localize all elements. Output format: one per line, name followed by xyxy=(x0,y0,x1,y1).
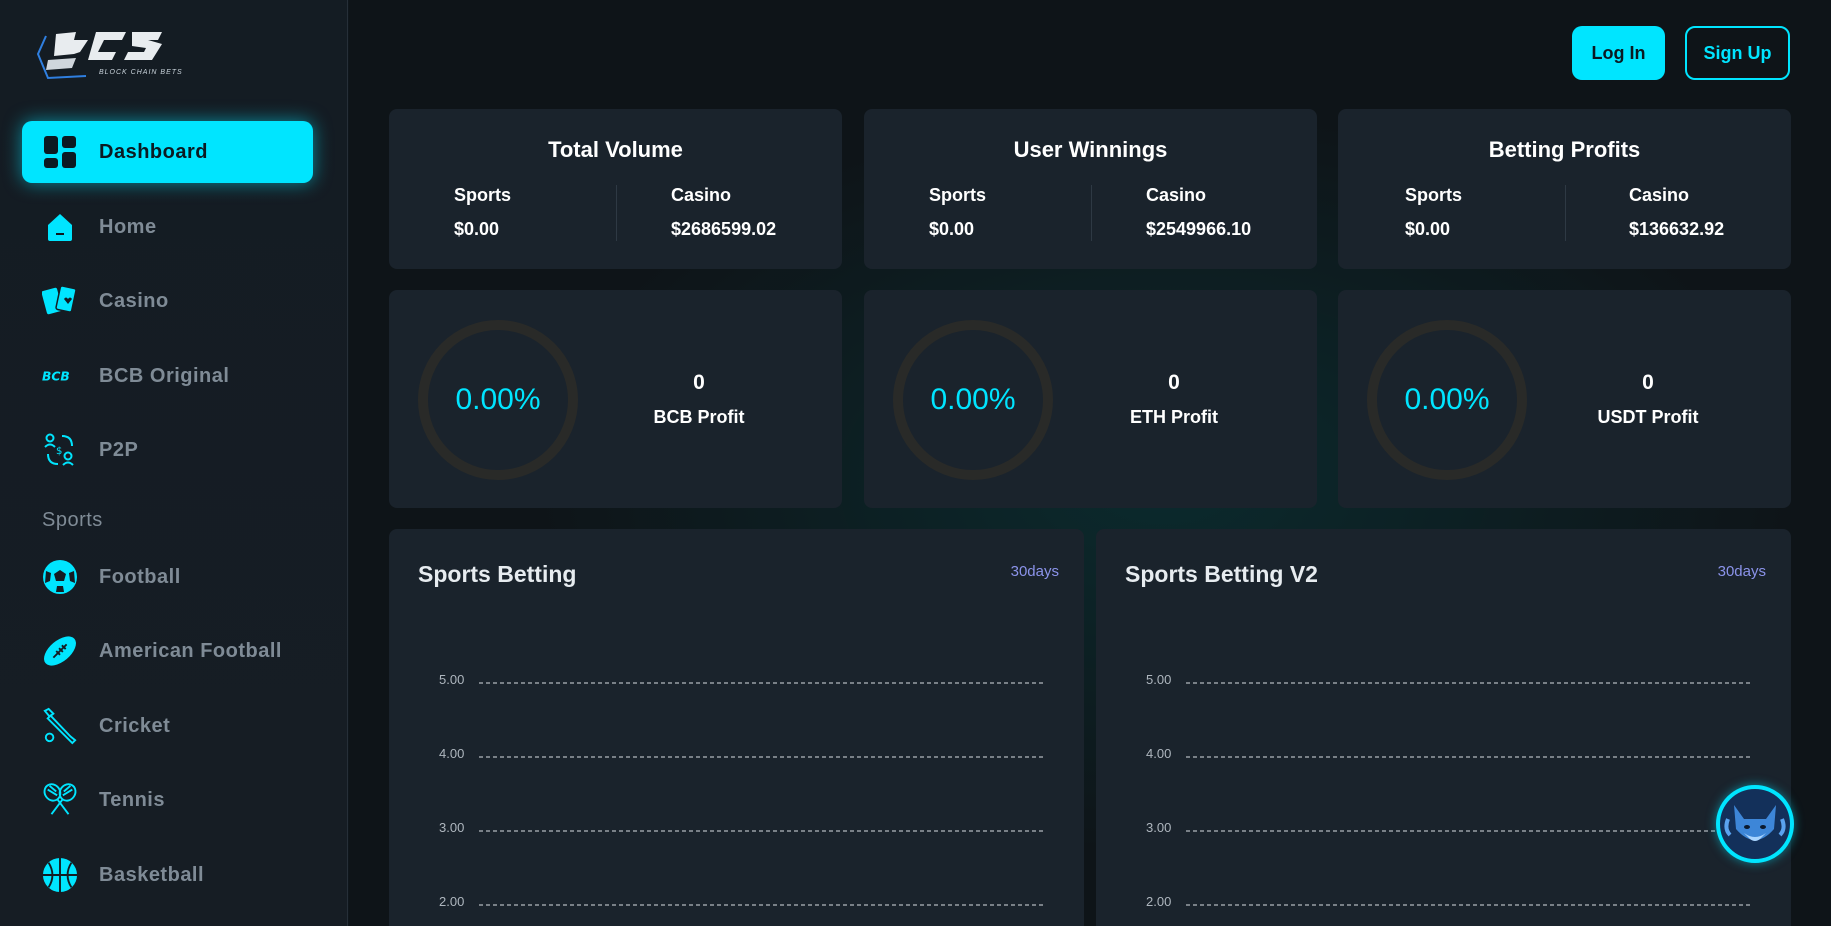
stat-card-total-volume: Total Volume Sports $0.00 Casino $268659… xyxy=(389,109,842,269)
sidebar-item-bcb-original[interactable]: BCB BCB Original xyxy=(22,345,313,407)
basketball-icon xyxy=(42,857,78,893)
progress-percent: 0.00% xyxy=(930,383,1016,416)
stat-sports: Sports $0.00 xyxy=(454,185,511,240)
sidebar-item-label: Home xyxy=(99,215,157,238)
stat-value: $0.00 xyxy=(929,219,975,239)
stat-card-betting-profits: Betting Profits Sports $0.00 Casino $136… xyxy=(1338,109,1791,269)
y-tick-label: 5.00 xyxy=(439,672,464,687)
chart-plot: 5.00 4.00 3.00 2.00 xyxy=(1146,672,1750,909)
sidebar-item-label: BCB Original xyxy=(99,364,230,387)
sports-heading: Sports xyxy=(42,509,103,531)
bcb-logo-icon: BCB xyxy=(42,358,78,394)
y-tick-label: 4.00 xyxy=(439,746,464,761)
stat-value: $0.00 xyxy=(454,219,500,239)
cards-icon xyxy=(42,283,78,319)
y-tick-label: 5.00 xyxy=(1146,672,1171,687)
sidebar-item-label: American Football xyxy=(99,639,282,662)
signup-button[interactable]: Sign Up xyxy=(1685,26,1790,80)
profit-card-eth: 0.00% 0 ETH Profit xyxy=(864,290,1317,508)
sidebar-item-label: Dashboard xyxy=(99,140,208,163)
p2p-icon: $ xyxy=(42,432,78,468)
logo-tagline: BLOCK CHAIN BETS xyxy=(99,69,183,76)
y-tick-label: 4.00 xyxy=(1146,746,1171,761)
svg-text:$: $ xyxy=(56,446,62,457)
bcb-logo-icon xyxy=(36,32,162,80)
stat-card-title: User Winnings xyxy=(1013,137,1168,162)
progress-percent: 0.00% xyxy=(455,383,541,416)
stat-value: $2549966.10 xyxy=(1146,219,1252,239)
cricket-bat-icon xyxy=(42,707,78,745)
sidebar-item-casino[interactable]: Casino xyxy=(22,270,313,332)
progress-ring: 0.00% xyxy=(418,320,578,480)
profit-label: BCB Profit xyxy=(653,407,745,427)
sidebar-item-cricket[interactable]: Cricket xyxy=(22,695,313,757)
sidebar-item-label: Cricket xyxy=(99,714,171,737)
stat-value: $0.00 xyxy=(1405,219,1451,239)
american-football-icon xyxy=(42,633,78,669)
stat-label: Sports xyxy=(929,185,987,205)
profit-label: USDT Profit xyxy=(1597,407,1699,427)
svg-text:BCB: BCB xyxy=(42,370,70,384)
profit-card-usdt: 0.00% 0 USDT Profit xyxy=(1338,290,1791,508)
profit-value: 0 xyxy=(1168,371,1180,394)
y-tick-label: 2.00 xyxy=(1146,894,1171,909)
sidebar-item-label: Casino xyxy=(99,289,169,312)
stat-label: Casino xyxy=(1629,185,1690,205)
stat-label: Casino xyxy=(671,185,732,205)
stat-card-user-winnings: User Winnings Sports $0.00 Casino $25499… xyxy=(864,109,1317,269)
sidebar-item-home[interactable]: Home xyxy=(22,196,313,258)
progress-ring: 0.00% xyxy=(1367,320,1527,480)
divider xyxy=(1090,185,1092,241)
sidebar-item-american-football[interactable]: American Football xyxy=(22,620,313,682)
stat-label: Casino xyxy=(1146,185,1207,205)
sidebar-item-dashboard[interactable]: Dashboard xyxy=(22,121,313,183)
stat-casino: Casino $2686599.02 xyxy=(671,185,776,240)
wolf-mascot-icon xyxy=(1724,805,1786,841)
soccer-ball-icon xyxy=(42,559,78,595)
home-icon xyxy=(42,209,78,245)
profit-card-bcb: 0.00% 0 BCB Profit xyxy=(389,290,842,508)
tennis-rackets-icon xyxy=(42,782,78,818)
stat-sports: Sports $0.00 xyxy=(929,185,986,240)
profit-label: ETH Profit xyxy=(1130,407,1218,427)
sidebar-item-tennis[interactable]: Tennis xyxy=(22,769,313,831)
stat-value: $2686599.02 xyxy=(671,219,777,239)
stat-card-title: Total Volume xyxy=(548,137,683,162)
y-tick-label: 2.00 xyxy=(439,894,464,909)
stat-sports: Sports $0.00 xyxy=(1405,185,1462,240)
sidebar-item-p2p[interactable]: $ P2P xyxy=(22,419,313,481)
sidebar-item-label: Tennis xyxy=(99,788,165,811)
sidebar-item-label: P2P xyxy=(99,438,139,461)
stat-card-title: Betting Profits xyxy=(1488,137,1641,162)
support-avatar[interactable] xyxy=(1716,785,1794,863)
stat-label: Sports xyxy=(1405,185,1463,205)
progress-ring: 0.00% xyxy=(893,320,1053,480)
sidebar-item-football[interactable]: Football xyxy=(22,546,313,608)
stat-value: $136632.92 xyxy=(1629,219,1725,239)
sidebar-item-basketball[interactable]: Basketball xyxy=(22,844,313,906)
progress-percent: 0.00% xyxy=(1404,383,1490,416)
stat-casino: Casino $2549966.10 xyxy=(1146,185,1251,240)
chart-card-sports-betting: Sports Betting 30days 5.00 4.00 3.00 2.00 xyxy=(389,529,1084,926)
sidebar: BLOCK CHAIN BETS Dashboard Home Casino B… xyxy=(0,0,348,926)
login-button[interactable]: Log In xyxy=(1572,26,1665,80)
chart-card-sports-betting-v2: Sports Betting V2 30days 5.00 4.00 3.00 2.0… xyxy=(1096,529,1791,926)
chart-plot: 5.00 4.00 3.00 2.00 xyxy=(439,672,1043,909)
divider xyxy=(1564,185,1566,241)
bcb-logo[interactable]: BLOCK CHAIN BETS xyxy=(36,26,186,86)
profit-value: 0 xyxy=(1642,371,1654,394)
divider xyxy=(615,185,617,241)
dashboard-icon xyxy=(42,134,78,170)
profit-value: 0 xyxy=(693,371,705,394)
stat-label: Sports xyxy=(454,185,512,205)
y-tick-label: 3.00 xyxy=(439,820,464,835)
sidebar-item-label: Basketball xyxy=(99,863,205,886)
y-tick-label: 3.00 xyxy=(1146,820,1171,835)
sidebar-item-label: Football xyxy=(99,565,181,588)
stat-casino: Casino $136632.92 xyxy=(1629,185,1724,240)
